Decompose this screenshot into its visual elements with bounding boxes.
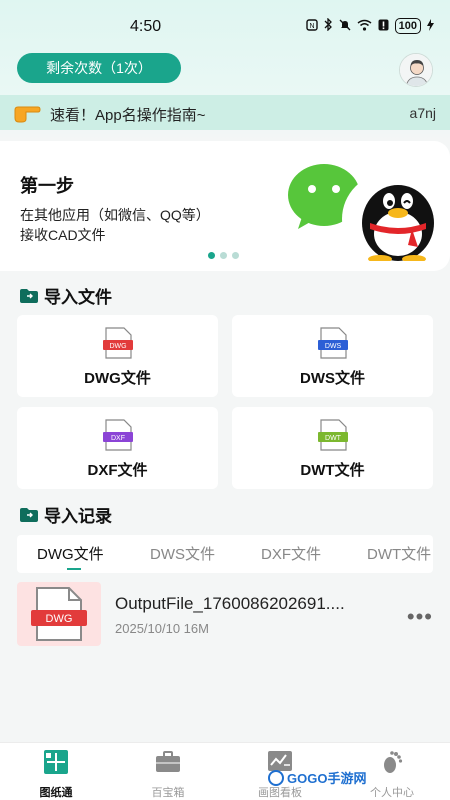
avatar[interactable] [399, 53, 433, 87]
tab-dwt[interactable]: DWT文件 [367, 543, 431, 564]
tab-dws[interactable]: DWS文件 [150, 543, 215, 564]
more-options-icon[interactable]: ••• [407, 604, 433, 630]
watermark: GOGO手游网 [268, 768, 366, 787]
record-file-meta: 2025/10/10 16M [115, 621, 209, 636]
drawing-board-icon [44, 750, 68, 774]
record-file-name: OutputFile_1760086202691.... [115, 594, 345, 613]
import-section-header: 导入文件 [20, 283, 112, 308]
import-dwt-card[interactable]: DWT DWT文件 [232, 407, 433, 489]
dwg-file-icon: DWG [103, 327, 133, 359]
notice-code: a7nj [409, 105, 436, 121]
status-time: 4:50 [130, 18, 162, 35]
dwt-file-icon: DWT [318, 419, 348, 451]
pagination-dot[interactable] [232, 252, 239, 259]
wifi-icon [357, 19, 372, 34]
mute-icon [339, 19, 351, 34]
folder-icon [20, 507, 38, 522]
tab-dwg[interactable]: DWG文件 [37, 543, 104, 564]
footprint-icon [384, 751, 403, 773]
dxf-file-icon: DXF [103, 419, 133, 451]
import-dwg-card[interactable]: DWG DWG文件 [17, 315, 218, 397]
svg-text:DWS: DWS [325, 343, 342, 350]
import-dws-card[interactable]: DWS DWS文件 [232, 315, 433, 397]
dwg-file-icon: DWG [31, 587, 87, 641]
nav-item-drawings[interactable]: 图纸通 [16, 749, 96, 800]
record-thumbnail: DWG [17, 582, 101, 646]
svg-text:DWT: DWT [325, 435, 342, 442]
alert-icon [378, 19, 389, 34]
tab-dxf[interactable]: DXF文件 [261, 543, 321, 564]
svg-text:DWG: DWG [109, 343, 126, 350]
guide-notice-bar[interactable]: 速看！App名操作指南~ a7nj [0, 95, 450, 130]
records-section-header: 导入记录 [20, 502, 112, 527]
pointing-hand-icon [13, 99, 41, 125]
banner-line-2: 接收CAD文件 [20, 227, 106, 243]
status-icons: N 100 [305, 17, 434, 34]
notice-text: 速看！App名操作指南~ [50, 107, 206, 124]
battery-indicator: 100 [394, 18, 421, 34]
nav-label: 百宝箱 [151, 787, 185, 799]
records-section-title: 导入记录 [44, 507, 112, 526]
banner-pagination [208, 252, 239, 259]
dws-file-icon: DWS [318, 327, 348, 359]
bottom-navigation: 图纸通 百宝箱 画图看板 个人中心 [0, 742, 450, 800]
svg-text:DWG: DWG [46, 613, 73, 625]
pagination-dot[interactable] [220, 252, 227, 259]
status-bar: 4:50 N 100 [0, 0, 450, 52]
qq-penguin-icon [342, 173, 434, 265]
pagination-dot[interactable] [208, 252, 215, 259]
watermark-logo-icon [268, 769, 284, 786]
remaining-count-button[interactable]: 剩余次数（1次） [17, 53, 181, 83]
active-tab-indicator [67, 568, 81, 570]
import-dxf-card[interactable]: DXF DXF文件 [17, 407, 218, 489]
import-card-label: DXF文件 [87, 462, 148, 479]
watermark-text: GOGO手游网 [287, 771, 367, 786]
toolbox-icon [156, 751, 180, 772]
record-item[interactable]: DWG OutputFile_1760086202691.... 2025/10… [17, 582, 433, 646]
svg-text:DXF: DXF [111, 435, 125, 442]
banner-title: 第一步 [20, 176, 74, 196]
folder-icon [20, 288, 38, 303]
import-section-title: 导入文件 [44, 288, 112, 307]
charging-icon [427, 18, 434, 34]
banner-line-1: 在其他应用（如微信、QQ等） [20, 207, 210, 223]
import-card-label: DWT文件 [300, 462, 365, 479]
nfc-icon: N [305, 18, 318, 34]
nav-item-toolbox[interactable]: 百宝箱 [128, 749, 208, 800]
banner-illustration [280, 159, 440, 265]
record-type-tabs: DWG文件 DWS文件 DXF文件 DWT文件 [17, 535, 433, 573]
bluetooth-icon [324, 17, 333, 34]
import-card-label: DWS文件 [300, 370, 365, 387]
import-card-label: DWG文件 [84, 370, 151, 387]
svg-text:N: N [309, 23, 314, 30]
nav-label: 图纸通 [39, 787, 73, 799]
